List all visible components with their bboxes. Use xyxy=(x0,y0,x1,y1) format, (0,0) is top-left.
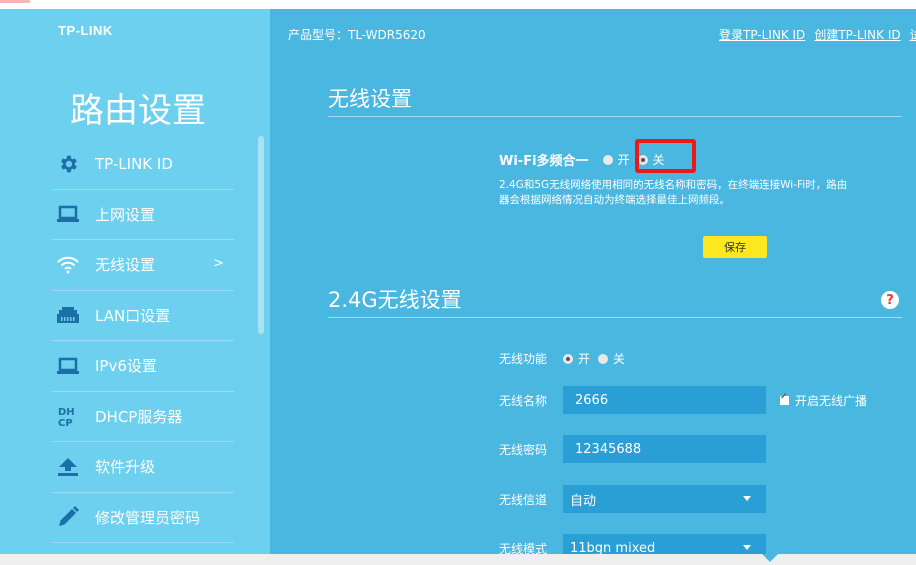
wireless-on-radio[interactable]: 开 xyxy=(563,350,590,367)
chevron-down-icon xyxy=(743,496,751,501)
ssid-label: 无线名称 xyxy=(499,393,548,408)
sidebar-item-label: 软件升级 xyxy=(95,458,156,477)
radio-label: 开 xyxy=(617,153,630,167)
sidebar-scrollbar[interactable] xyxy=(258,136,264,334)
radio-dot xyxy=(602,154,613,165)
top-strip xyxy=(0,0,916,9)
sidebar-item-ipv6[interactable]: IPv6设置 xyxy=(52,341,234,392)
radio-label: 开 xyxy=(578,352,591,366)
svg-text:DH: DH xyxy=(58,407,75,418)
pencil-icon xyxy=(55,504,81,530)
bottom-notch xyxy=(762,554,778,562)
svg-text:CP: CP xyxy=(58,418,73,427)
sidebar-item-label: 修改管理员密码 xyxy=(95,508,201,527)
header-cut-link[interactable]: 试 xyxy=(910,28,916,42)
chevron-down-icon xyxy=(743,545,751,550)
laptop-icon xyxy=(55,201,81,227)
password-row: 无线密码 12345688 xyxy=(499,435,766,463)
sidebar-item-wireless[interactable]: 无线设置 > xyxy=(52,240,234,291)
ssid-input[interactable]: 2666 xyxy=(563,386,766,414)
sidebar-item-upgrade[interactable]: 软件升级 xyxy=(52,442,234,493)
channel-select[interactable]: 自动 xyxy=(563,485,766,513)
multiband-description: 2.4G和5G无线网络使用相同的无线名称和密码，在终端连接Wi-Fi时，路由器会… xyxy=(499,179,848,206)
sidebar-item-label: 上网设置 xyxy=(95,205,156,224)
sidebar-item-dhcp[interactable]: DH CP DHCP服务器 xyxy=(52,392,234,442)
brand-logo: TP-LINK xyxy=(58,23,113,38)
divider xyxy=(328,317,902,318)
radio-dot xyxy=(598,353,609,364)
login-tplink-id-link[interactable]: 登录TP-LINK ID xyxy=(719,28,805,42)
help-icon[interactable]: ? xyxy=(881,291,899,309)
channel-label: 无线信道 xyxy=(499,492,548,507)
wireless-off-radio[interactable]: 关 xyxy=(598,350,625,367)
wifi-icon xyxy=(55,252,81,278)
sidebar-item-lan[interactable]: LAN口设置 xyxy=(52,291,234,341)
radio-dot-selected xyxy=(563,353,573,364)
bottom-bar xyxy=(0,554,916,565)
checkbox-label: 开启无线广播 xyxy=(795,393,868,408)
save-button[interactable]: 保存 xyxy=(703,236,767,258)
sidebar-item-admin-password[interactable]: 修改管理员密码 xyxy=(52,493,234,543)
product-model: 产品型号：TL-WDR5620 xyxy=(288,28,426,42)
header-links: 登录TP-LINK ID 创建TP-LINK ID 试 xyxy=(719,26,916,43)
main-content: 产品型号：TL-WDR5620 登录TP-LINK ID 创建TP-LINK ID… xyxy=(270,9,916,562)
chevron-right-icon: > xyxy=(213,256,224,271)
wireless-function-row: 无线功能 开 关 xyxy=(499,350,633,367)
wireless-function-label: 无线功能 xyxy=(499,352,548,366)
broadcast-checkbox[interactable]: 开启无线广播 xyxy=(780,392,867,409)
sidebar: TP-LINK 路由设置 TP-LINK ID 上网设置 无线设置 > LAN口… xyxy=(0,9,270,554)
multiband-label: Wi-Fi多频合一 xyxy=(499,154,589,169)
ssid-row: 无线名称 2666 开启无线广播 xyxy=(499,386,867,414)
channel-row: 无线信道 自动 xyxy=(499,485,766,513)
sidebar-item-label: DHCP服务器 xyxy=(95,407,183,426)
upload-arrow-icon xyxy=(55,454,81,480)
select-value: 自动 xyxy=(570,493,597,509)
laptop-icon xyxy=(55,353,81,379)
password-label: 无线密码 xyxy=(499,442,548,457)
sidebar-item-label: LAN口设置 xyxy=(95,306,171,325)
create-tplink-id-link[interactable]: 创建TP-LINK ID xyxy=(814,28,900,42)
top-mark xyxy=(0,0,30,3)
lan-port-icon xyxy=(55,302,81,328)
multiband-on-radio[interactable]: 开 xyxy=(602,151,630,168)
divider xyxy=(328,116,902,117)
sidebar-item-internet[interactable]: 上网设置 xyxy=(52,190,234,240)
gear-icon xyxy=(55,151,81,177)
dhcp-icon: DH CP xyxy=(55,403,81,429)
sidebar-nav: TP-LINK ID 上网设置 无线设置 > LAN口设置 IPv6设置 DH … xyxy=(52,139,234,543)
red-highlight-box xyxy=(635,139,696,173)
sidebar-item-tplink-id[interactable]: TP-LINK ID xyxy=(52,139,234,190)
sidebar-title: 路由设置 xyxy=(70,91,206,131)
sidebar-item-label: IPv6设置 xyxy=(95,357,157,376)
checkbox-box xyxy=(780,392,789,405)
sidebar-item-label: TP-LINK ID xyxy=(95,154,173,173)
sidebar-item-label: 无线设置 xyxy=(95,256,156,275)
password-input[interactable]: 12345688 xyxy=(563,435,766,463)
band24-section-title: 2.4G无线设置 xyxy=(328,288,462,312)
wireless-section-title: 无线设置 xyxy=(328,87,412,111)
radio-label: 关 xyxy=(613,352,626,366)
